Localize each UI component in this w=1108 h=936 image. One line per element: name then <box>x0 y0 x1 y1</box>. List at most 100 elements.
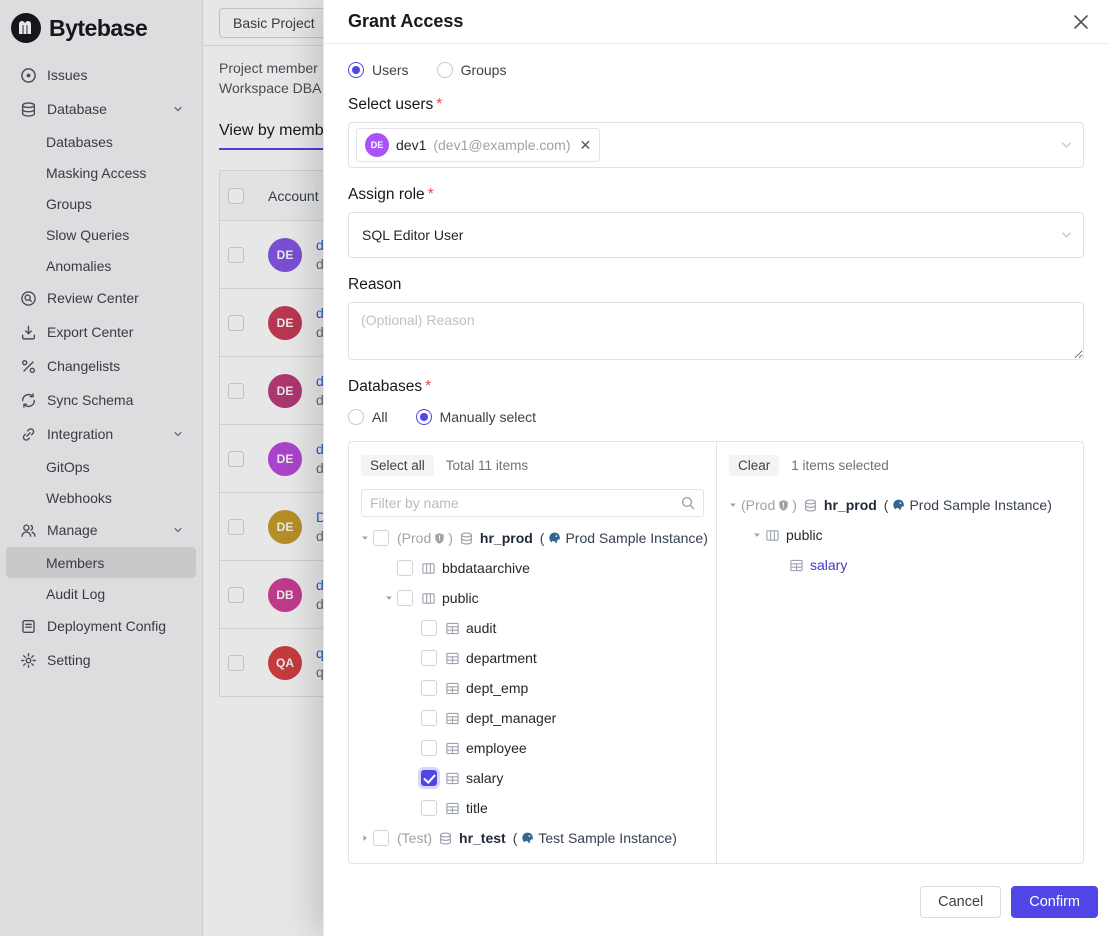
user-chip: DE dev1 (dev1@example.com) ✕ <box>356 128 600 162</box>
assign-role-select[interactable]: SQL Editor User <box>348 212 1084 258</box>
schema-icon <box>421 591 436 606</box>
member-type-radios: Users Groups <box>348 62 1084 78</box>
schema-icon <box>765 528 780 543</box>
tree-node-salary[interactable]: salary <box>349 763 716 793</box>
shield-icon <box>777 499 790 512</box>
modal-header: Grant Access <box>324 0 1108 44</box>
table-icon <box>445 681 460 696</box>
schema-icon <box>421 561 436 576</box>
user-chip-name: dev1 <box>396 137 426 153</box>
reason-textarea[interactable] <box>348 302 1084 360</box>
node-label: salary <box>466 770 503 786</box>
close-icon[interactable] <box>1070 11 1092 33</box>
tree-node-title[interactable]: title <box>349 793 716 823</box>
instance-label: (Test Sample Instance) <box>513 830 677 846</box>
tree-node-hr-prod[interactable]: (Prod) hr_prod (Prod Sample Instance) <box>717 490 1083 520</box>
checkbox[interactable] <box>373 530 389 546</box>
database-picker: Select all Total 11 items (Prod) hr_prod (… <box>348 441 1084 864</box>
node-label: employee <box>466 740 527 756</box>
node-label: dept_emp <box>466 680 528 696</box>
checkbox[interactable] <box>421 800 437 816</box>
caret-down-icon[interactable] <box>749 527 765 543</box>
cancel-button[interactable]: Cancel <box>920 886 1001 918</box>
radio-groups-label: Groups <box>461 62 507 78</box>
tree-node-hr-prod[interactable]: (Prod)hr_prod(Prod Sample Instance) <box>349 523 716 553</box>
select-users-input[interactable]: DE dev1 (dev1@example.com) ✕ <box>348 122 1084 168</box>
checkbox[interactable] <box>421 620 437 636</box>
caret-right-icon[interactable] <box>357 830 373 846</box>
radio-manually-select-control[interactable] <box>416 409 432 425</box>
checkbox[interactable] <box>373 830 389 846</box>
filter-by-name-input[interactable] <box>370 495 675 511</box>
instance-label: (Prod Sample Instance) <box>884 497 1052 513</box>
select-all-button[interactable]: Select all <box>361 455 434 476</box>
environment-label: (Prod) <box>397 530 453 546</box>
checkbox[interactable] <box>421 770 437 786</box>
postgres-icon <box>520 831 535 846</box>
total-items-count: Total 11 items <box>446 458 528 473</box>
radio-all[interactable]: All <box>348 409 388 425</box>
checkbox[interactable] <box>397 560 413 576</box>
radio-groups-control[interactable] <box>437 62 453 78</box>
node-label: dept_manager <box>466 710 556 726</box>
confirm-button[interactable]: Confirm <box>1011 886 1098 918</box>
node-label: salary <box>810 557 847 573</box>
radio-all-control[interactable] <box>348 409 364 425</box>
radio-users-label: Users <box>372 62 409 78</box>
instance-label: (Prod Sample Instance) <box>540 530 708 546</box>
environment-label: (Test) <box>397 830 432 846</box>
checkbox[interactable] <box>421 710 437 726</box>
checkbox[interactable] <box>421 680 437 696</box>
table-icon <box>445 801 460 816</box>
node-label: department <box>466 650 537 666</box>
caret-down-icon[interactable] <box>725 497 741 513</box>
filter-input-wrap <box>361 489 704 517</box>
tree-node-dept-manager[interactable]: dept_manager <box>349 703 716 733</box>
radio-manually-select[interactable]: Manually select <box>416 409 537 425</box>
table-icon <box>445 771 460 786</box>
environment-label: (Prod) <box>741 497 797 513</box>
search-icon <box>681 496 695 510</box>
tree-node-public[interactable]: public <box>349 583 716 613</box>
chevron-down-icon <box>1060 229 1073 242</box>
node-label: bbdataarchive <box>442 560 530 576</box>
table-icon <box>445 741 460 756</box>
modal-footer: Cancel Confirm <box>324 878 1108 936</box>
table-icon <box>445 621 460 636</box>
user-chip-email: (dev1@example.com) <box>433 137 570 153</box>
select-users-label: Select users* <box>348 96 1084 114</box>
modal-title: Grant Access <box>348 11 463 32</box>
checkbox[interactable] <box>397 590 413 606</box>
tree-node-bbdataarchive[interactable]: bbdataarchive <box>349 553 716 583</box>
postgres-icon <box>891 498 906 513</box>
caret-down-icon[interactable] <box>357 530 373 546</box>
radio-users[interactable]: Users <box>348 62 409 78</box>
assign-role-label: Assign role* <box>348 186 1084 204</box>
tree-node-department[interactable]: department <box>349 643 716 673</box>
table-icon <box>789 558 804 573</box>
chevron-down-icon <box>1060 139 1073 152</box>
reason-label: Reason <box>348 276 1084 294</box>
radio-users-control[interactable] <box>348 62 364 78</box>
tree-node-salary[interactable]: salary <box>717 550 1083 580</box>
radio-groups[interactable]: Groups <box>437 62 507 78</box>
shield-icon <box>433 532 446 545</box>
checkbox[interactable] <box>421 650 437 666</box>
tree-node-audit[interactable]: audit <box>349 613 716 643</box>
tree-node-public[interactable]: public <box>717 520 1083 550</box>
tree-node-hr-test[interactable]: (Test) hr_test (Test Sample Instance) <box>349 823 716 853</box>
database-icon <box>438 831 453 846</box>
node-label: title <box>466 800 488 816</box>
remove-user-icon[interactable]: ✕ <box>580 137 592 154</box>
caret-down-icon[interactable] <box>381 590 397 606</box>
user-chip-avatar: DE <box>365 133 389 157</box>
selected-items-count: 1 items selected <box>791 458 889 473</box>
node-label: hr_prod <box>824 497 877 513</box>
tree-node-employee[interactable]: employee <box>349 733 716 763</box>
tree-node-dept-emp[interactable]: dept_emp <box>349 673 716 703</box>
databases-label: Databases* <box>348 378 1084 396</box>
node-label: hr_test <box>459 830 506 846</box>
database-icon <box>803 498 818 513</box>
checkbox[interactable] <box>421 740 437 756</box>
clear-button[interactable]: Clear <box>729 455 779 476</box>
